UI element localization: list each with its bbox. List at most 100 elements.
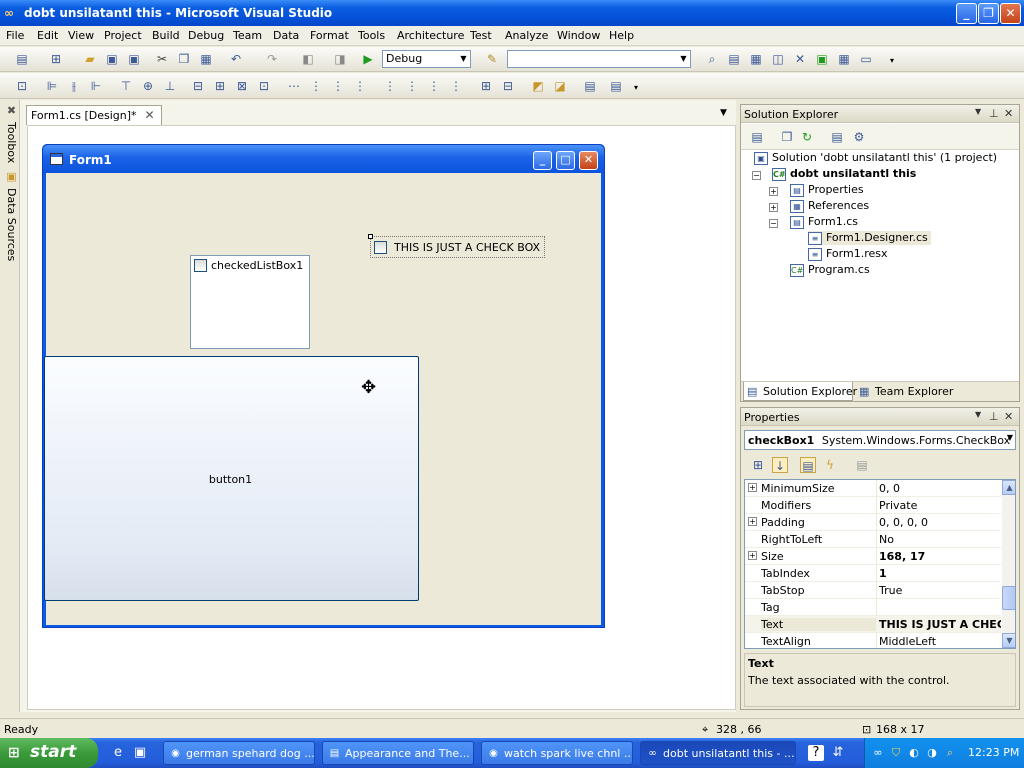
scroll-thumb[interactable] [1002, 586, 1015, 610]
align-middles-icon[interactable]: ⊕ [140, 78, 156, 94]
taskbar-task-active[interactable]: ∞ dobt unsilatantl this - ... [640, 741, 796, 765]
safely-remove-hardware-icon[interactable]: ◐ [907, 746, 921, 760]
tab-order-icon[interactable]: ▤ [582, 78, 598, 94]
paste-icon[interactable]: ▦ [198, 51, 214, 67]
find-combo[interactable]: ▼ [507, 50, 691, 68]
close-icon[interactable]: ✕ [144, 108, 154, 122]
redo-icon[interactable]: ↷ [264, 51, 280, 67]
property-value[interactable]: 0, 0, 0, 0 [879, 516, 1001, 529]
navigate-forward-icon[interactable]: ◨ [332, 51, 348, 67]
tab-team-explorer[interactable]: Team Explorer [875, 385, 953, 398]
expand-icon[interactable]: + [748, 483, 757, 492]
add-item-icon[interactable]: ⊞ [48, 51, 64, 67]
data-sources-icon[interactable]: ▣ [2, 170, 18, 183]
align-lefts-icon[interactable]: ⊫ [44, 78, 60, 94]
collapse-icon[interactable]: − [752, 171, 761, 180]
expand-icon[interactable]: + [769, 187, 778, 196]
window-titlebar[interactable]: ∞ dobt unsilatantl this - Microsoft Visu… [0, 0, 1024, 26]
list-item-checkbox[interactable] [194, 258, 207, 272]
expand-icon[interactable]: + [748, 517, 757, 526]
property-value[interactable]: MiddleLeft [879, 635, 1001, 648]
lock-controls-icon[interactable]: ▤ [608, 78, 624, 94]
increase-vertical-spacing-icon[interactable]: ⋮ [404, 78, 420, 94]
navigate-backward-icon[interactable]: ◧ [300, 51, 316, 67]
start-page-icon[interactable]: ▣ [814, 51, 830, 67]
taskbar-task[interactable]: ◉ watch spark live chnl ... [481, 741, 633, 765]
window-position-icon[interactable]: ▼ [975, 107, 981, 116]
alphabetical-icon[interactable]: ↓ [772, 457, 788, 473]
properties-view-icon[interactable]: ▤ [800, 457, 816, 473]
align-to-grid-icon[interactable]: ⊡ [14, 78, 30, 94]
help-icon[interactable]: ? [808, 745, 824, 761]
list-item[interactable]: checkedListBox1 [194, 258, 303, 272]
property-row[interactable]: + MinimumSize 0, 0 [745, 480, 1001, 497]
minimize-button[interactable]: _ [956, 3, 977, 24]
remove-vertical-spacing-icon[interactable]: ⋮ [448, 78, 464, 94]
tree-program[interactable]: C# Program.cs [790, 263, 870, 277]
command-window-icon[interactable]: ▭ [858, 51, 874, 67]
increase-horizontal-spacing-icon[interactable]: ⋮ [308, 78, 324, 94]
property-row[interactable]: + Padding 0, 0, 0, 0 [745, 514, 1001, 531]
toolbar-options-icon[interactable]: ▾ [628, 80, 644, 96]
show-all-files-icon[interactable]: ❐ [779, 129, 795, 145]
tree-solution[interactable]: ▣ Solution 'dobt unsilatantl this' (1 pro… [754, 151, 997, 165]
property-row[interactable]: Modifiers Private [745, 497, 1001, 514]
decrease-vertical-spacing-icon[interactable]: ⋮ [426, 78, 442, 94]
volume-icon[interactable]: ◑ [925, 746, 939, 760]
vertical-spacing-equal-icon[interactable]: ⋮ [382, 78, 398, 94]
tab-form1-design[interactable]: Form1.cs [Design]* ✕ [26, 105, 162, 125]
new-project-icon[interactable]: ▤ [14, 51, 30, 67]
property-row-selected[interactable]: Text THIS IS JUST A CHECK [745, 616, 1001, 633]
property-value[interactable]: Private [879, 499, 1001, 512]
object-browser-icon[interactable]: ◫ [770, 51, 786, 67]
start-debugging-icon[interactable]: ▶ [360, 51, 376, 67]
checkbox1[interactable]: THIS IS JUST A CHECK BOX [368, 234, 545, 258]
start-button[interactable]: ⊞ start [0, 738, 98, 768]
solution-explorer-icon[interactable]: ▤ [726, 51, 742, 67]
menu-test[interactable]: Test [470, 29, 492, 42]
solution-configuration-select[interactable]: Debug ▼ [382, 50, 471, 68]
make-same-height-icon[interactable]: ⊞ [212, 78, 228, 94]
object-selector[interactable]: checkBox1 System.Windows.Forms.CheckBox … [744, 430, 1016, 450]
close-button[interactable]: ✕ [1000, 3, 1021, 24]
bring-to-front-icon[interactable]: ◩ [530, 78, 546, 94]
taskbar-task[interactable]: ▤ Appearance and The... [322, 741, 474, 765]
expand-icon[interactable]: + [769, 203, 778, 212]
document-tabs-dropdown-icon[interactable]: ▼ [720, 108, 727, 118]
menu-build[interactable]: Build [152, 29, 180, 42]
align-rights-icon[interactable]: ⊩ [88, 78, 104, 94]
center-horizontally-icon[interactable]: ⊞ [478, 78, 494, 94]
view-code-icon[interactable]: ▤ [829, 129, 845, 145]
menu-help[interactable]: Help [609, 29, 634, 42]
menu-window[interactable]: Window [557, 29, 600, 42]
property-value[interactable]: 1 [879, 567, 1001, 580]
network-icon[interactable]: ∞ [871, 746, 885, 760]
scroll-down-icon[interactable]: ▼ [1002, 633, 1015, 648]
properties-icon[interactable]: ▤ [749, 129, 765, 145]
tree-form1[interactable]: ▤ Form1.cs [790, 215, 858, 229]
property-grid-scrollbar[interactable]: ▲ ▼ [1002, 480, 1015, 648]
decrease-horizontal-spacing-icon[interactable]: ⋮ [330, 78, 346, 94]
menu-analyze[interactable]: Analyze [505, 29, 548, 42]
menu-file[interactable]: File [6, 29, 24, 42]
collapse-icon[interactable]: − [769, 219, 778, 228]
menu-view[interactable]: View [68, 29, 94, 42]
size-to-grid-icon[interactable]: ⊡ [256, 78, 272, 94]
show-desktop-icon[interactable]: ▣ [132, 745, 148, 761]
scroll-up-icon[interactable]: ▲ [1002, 480, 1015, 495]
copy-icon[interactable]: ❐ [176, 51, 192, 67]
close-icon[interactable]: ✕ [1004, 107, 1013, 120]
tree-form1-designer[interactable]: ≡ Form1.Designer.cs [808, 231, 931, 245]
extension-manager-icon[interactable]: ▦ [836, 51, 852, 67]
save-icon[interactable]: ▣ [104, 51, 120, 67]
toolbox-tab[interactable]: Toolbox [2, 122, 18, 163]
menu-project[interactable]: Project [104, 29, 142, 42]
categorized-icon[interactable]: ⊞ [750, 457, 766, 473]
property-row[interactable]: Tag [745, 599, 1001, 616]
auto-hide-pin-icon[interactable]: ⊥ [989, 107, 999, 120]
find-in-files-icon[interactable]: ✎ [484, 51, 500, 67]
property-row[interactable]: + Size 168, 17 [745, 548, 1001, 565]
view-designer-icon[interactable]: ⚙ [851, 129, 867, 145]
menu-debug[interactable]: Debug [188, 29, 224, 42]
properties-window-icon[interactable]: ▦ [748, 51, 764, 67]
